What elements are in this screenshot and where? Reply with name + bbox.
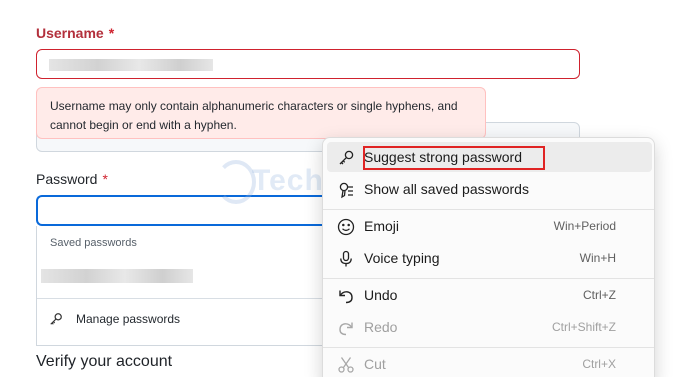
menu-separator [323,347,654,348]
saved-passwords-title: Saved passwords [50,237,137,249]
menu-item-shortcut: Ctrl+Z [583,288,616,302]
redacted-saved-account[interactable] [41,269,193,283]
password-label: Password * [36,171,108,187]
menu-item-show-all-saved-passwords[interactable]: Show all saved passwords [327,174,652,204]
microphone-icon [340,250,352,267]
key-icon [50,313,62,325]
cut-icon [338,357,354,373]
menu-item-shortcut: Win+H [579,251,616,265]
menu-item-label: Undo [364,287,398,303]
undo-icon [339,290,353,304]
manage-passwords-label: Manage passwords [76,312,181,326]
menu-item-label: Cut [364,356,386,372]
divider [37,298,335,299]
menu-item-voice-typing[interactable]: Voice typing Win+H [327,243,652,273]
username-error-tooltip: Username may only contain alphanumeric c… [36,87,486,139]
menu-item-shortcut: Win+Period [553,219,616,233]
menu-item-undo[interactable]: Undo Ctrl+Z [327,280,652,310]
password-label-text: Password [36,171,98,187]
username-input[interactable] [36,49,580,79]
manage-passwords-item[interactable]: Manage passwords [49,312,180,326]
required-asterisk: * [108,25,115,41]
menu-separator [323,209,654,210]
menu-item-shortcut: Ctrl+Shift+Z [551,320,616,334]
menu-item-shortcut: Ctrl+X [582,357,616,371]
menu-separator [323,278,654,279]
username-label-text: Username [36,25,104,41]
menu-item-label: Show all saved passwords [364,181,529,197]
menu-item-label: Emoji [364,218,400,234]
username-label: Username * [36,25,114,41]
password-input[interactable] [36,195,336,226]
redacted-username-value [49,59,213,71]
annotation-highlight-box [363,146,545,170]
menu-item-label: Redo [364,319,398,335]
redo-icon [339,322,353,336]
context-menu: Suggest strong password Show all saved p… [322,137,655,377]
required-asterisk: * [102,171,108,187]
key-list-icon [339,182,353,199]
menu-item-redo[interactable]: Redo Ctrl+Shift+Z [327,312,652,342]
emoji-icon [337,218,355,236]
verify-account-heading: Verify your account [36,353,173,370]
menu-item-label: Voice typing [364,250,440,266]
menu-item-emoji[interactable]: Emoji Win+Period [327,211,652,241]
menu-item-suggest-strong-password[interactable]: Suggest strong password [327,142,652,172]
key-icon [339,150,354,165]
menu-item-cut[interactable]: Cut Ctrl+X [327,349,652,377]
saved-passwords-dropdown: Saved passwords Manage passwords [36,226,336,346]
